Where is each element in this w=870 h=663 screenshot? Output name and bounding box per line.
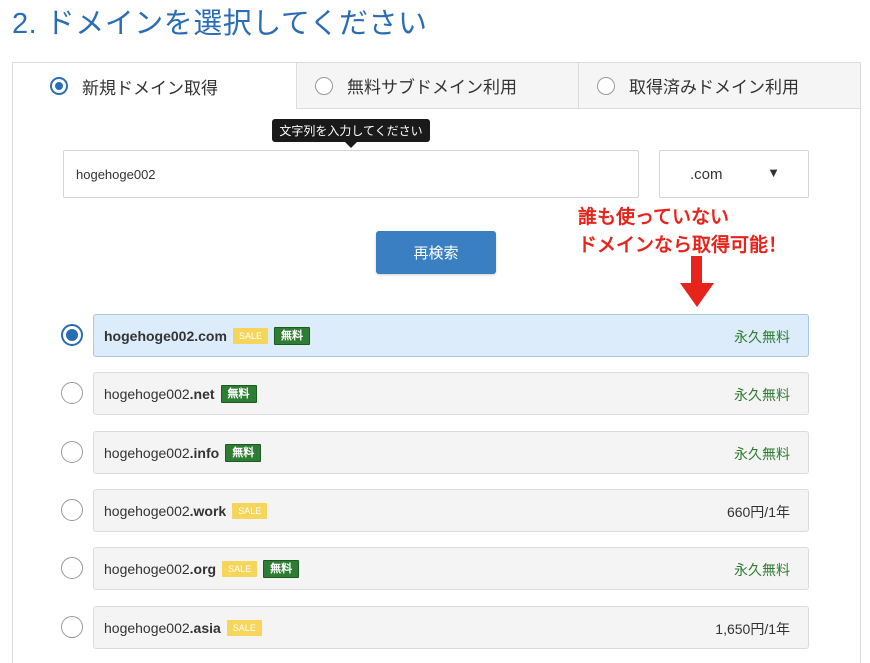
domain-price: 永久無料 — [734, 329, 790, 345]
sale-badge: SALE — [232, 502, 268, 519]
tab-existing-domain-radio[interactable] — [597, 76, 615, 95]
domain-result-box[interactable]: hogehoge002.org SALE 無料 永久無料 — [93, 547, 809, 590]
domain-result-row: hogehoge002.info 無料 永久無料 — [0, 431, 870, 474]
domain-price: 660円/1年 — [726, 504, 790, 520]
domain-result-row: hogehoge002.com SALE 無料 永久無料 — [0, 314, 870, 357]
domain-result-radio[interactable] — [61, 557, 83, 579]
domain-result-row: hogehoge002.org SALE 無料 永久無料 — [0, 547, 870, 590]
domain-result-row: hogehoge002.asia SALE 1,650円/1年 — [0, 606, 870, 649]
domain-result-radio[interactable] — [61, 499, 83, 521]
domain-name: hogehoge002.net — [104, 385, 215, 402]
free-badge: 無料 — [220, 384, 257, 403]
annotation-line-1: 誰も使っていない — [578, 207, 730, 228]
tab-free-subdomain-label: 無料サブドメイン利用 — [347, 78, 517, 97]
domain-name: hogehoge002.asia — [104, 619, 221, 636]
tab-new-domain-radio[interactable] — [50, 77, 68, 95]
domain-price: 永久無料 — [734, 446, 790, 462]
tld-select-value: .com — [690, 165, 723, 183]
input-tooltip: 文字列を入力してください — [272, 119, 430, 148]
tab-existing-domain[interactable]: 取得済みドメイン利用 — [578, 63, 860, 109]
annotation-callout: 誰も使っていない ドメインなら取得可能！ — [578, 204, 787, 260]
free-badge: 無料 — [263, 559, 300, 578]
sale-badge: SALE — [226, 619, 262, 636]
domain-price: 1,650円/1年 — [715, 621, 790, 637]
arrow-down-icon — [691, 256, 702, 284]
domain-name: hogehoge002.info — [104, 444, 220, 461]
domain-name: hogehoge002.work — [104, 502, 227, 519]
domain-result-row: hogehoge002.net 無料 永久無料 — [0, 372, 870, 415]
domain-result-radio[interactable] — [61, 441, 83, 463]
domain-result-radio[interactable] — [61, 616, 83, 638]
research-button[interactable]: 再検索 — [376, 231, 496, 274]
tab-free-subdomain[interactable]: 無料サブドメイン利用 — [296, 63, 578, 109]
tab-new-domain[interactable]: 新規ドメイン取得 — [13, 63, 296, 109]
tab-free-subdomain-radio[interactable] — [315, 76, 333, 95]
domain-search-input[interactable] — [63, 150, 639, 198]
domain-type-tabs: 新規ドメイン取得 無料サブドメイン利用 取得済みドメイン利用 — [13, 63, 860, 109]
sale-badge: SALE — [232, 327, 268, 344]
free-badge: 無料 — [225, 443, 262, 462]
tab-new-domain-label: 新規ドメイン取得 — [82, 78, 218, 98]
tab-existing-domain-label: 取得済みドメイン利用 — [629, 78, 799, 97]
domain-result-box[interactable]: hogehoge002.asia SALE 1,650円/1年 — [93, 606, 809, 649]
arrow-down-icon-head — [680, 283, 714, 307]
domain-result-box[interactable]: hogehoge002.work SALE 660円/1年 — [93, 489, 809, 532]
sale-badge: SALE — [222, 560, 258, 577]
tld-select[interactable]: .com ▼ — [659, 150, 809, 198]
domain-name: hogehoge002.com — [104, 327, 227, 344]
free-badge: 無料 — [273, 326, 310, 345]
section-title: 2. ドメインを選択してください — [12, 8, 428, 40]
domain-result-box[interactable]: hogehoge002.info 無料 永久無料 — [93, 431, 809, 474]
domain-price: 永久無料 — [734, 562, 790, 578]
domain-name: hogehoge002.org — [104, 560, 217, 577]
domain-result-row: hogehoge002.work SALE 660円/1年 — [0, 489, 870, 532]
annotation-line-2: ドメインなら取得可能！ — [578, 235, 788, 256]
domain-result-box[interactable]: hogehoge002.com SALE 無料 永久無料 — [93, 314, 809, 357]
chevron-down-icon: ▼ — [767, 165, 780, 180]
domain-result-box[interactable]: hogehoge002.net 無料 永久無料 — [93, 372, 809, 415]
domain-result-radio[interactable] — [61, 324, 83, 346]
domain-price: 永久無料 — [734, 387, 790, 403]
domain-result-radio[interactable] — [61, 382, 83, 404]
